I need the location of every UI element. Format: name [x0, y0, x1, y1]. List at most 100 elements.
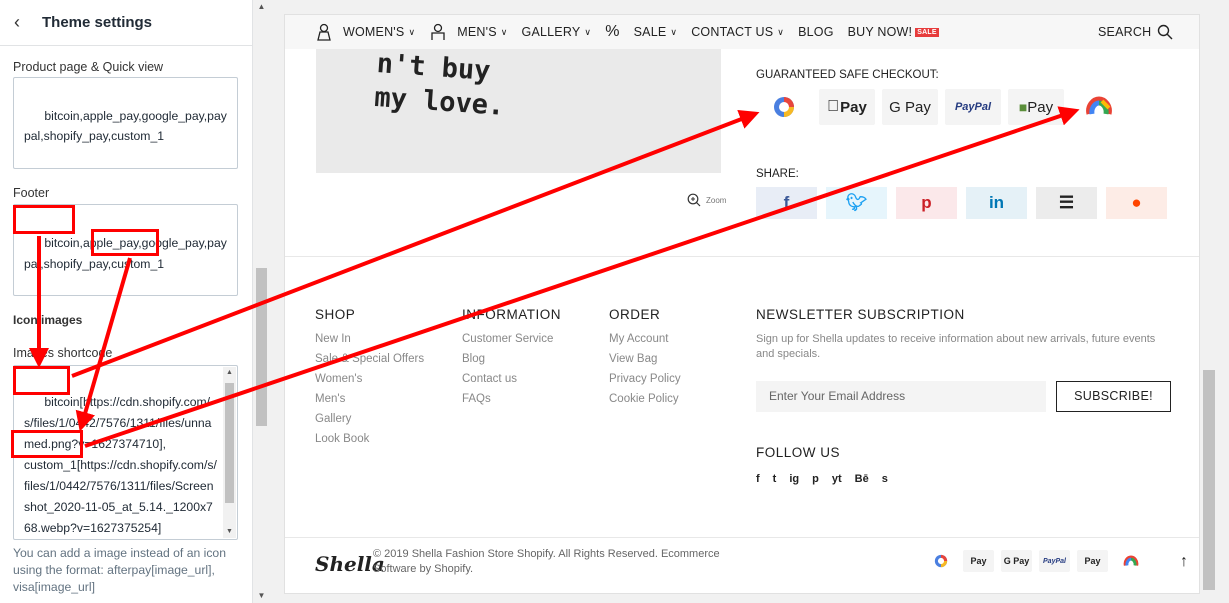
buffer-icon[interactable]: ☰ — [1036, 187, 1097, 219]
reddit-icon[interactable]: ● — [1106, 187, 1167, 219]
chevron-down-icon: ∨ — [500, 26, 508, 37]
behance-icon[interactable]: Bē — [855, 473, 869, 485]
apple-pay-icon: Pay — [963, 550, 994, 572]
product-page-label: Product page & Quick view — [13, 60, 164, 74]
footer-link[interactable]: Cookie Policy — [609, 389, 681, 409]
bitcoin-custom-icon — [756, 89, 812, 125]
newsletter: NEWSLETTER SUBSCRIPTION Sign up for Shel… — [756, 307, 1176, 362]
follow-heading: FOLLOW US — [756, 445, 841, 460]
footer-link[interactable]: Men's — [315, 389, 424, 409]
bitcoin-custom-icon — [925, 550, 956, 572]
panel-scroll-down-icon[interactable]: ▼ — [254, 589, 269, 603]
nav-contact[interactable]: CONTACT US ∨ — [691, 25, 784, 39]
store-preview: WOMEN'S ∨ MEN'S ∨ GALLERY ∨ % SALE ∨ CONTACT… — [284, 14, 1200, 594]
nav-gallery[interactable]: GALLERY ∨ — [522, 25, 592, 39]
footer-link[interactable]: Look Book — [315, 429, 424, 449]
preview-scrollbar[interactable] — [1201, 14, 1217, 594]
twitter-icon[interactable]: 🐦︎ — [826, 187, 887, 219]
footer-link[interactable]: Contact us — [462, 369, 561, 389]
main-nav: WOMEN'S ∨ MEN'S ∨ GALLERY ∨ % SALE ∨ CONTACT… — [285, 15, 1199, 49]
textarea-scrollbar[interactable]: ▲ ▼ — [223, 367, 236, 538]
nav-blog[interactable]: BLOG — [798, 25, 834, 39]
information-heading: INFORMATION — [462, 307, 561, 322]
checkout-label: GUARANTEED SAFE CHECKOUT: — [756, 69, 939, 81]
footer-info-column: INFORMATION Customer Service Blog Contac… — [462, 307, 561, 409]
footer-label: Footer — [13, 186, 50, 200]
nav-buy-now-label: BUY NOW! — [847, 25, 913, 39]
share-label: SHARE: — [756, 168, 799, 180]
back-to-top-icon[interactable]: ↑ — [1180, 553, 1188, 571]
nav-blog-label: BLOG — [798, 25, 834, 39]
apple-pay-icon: Pay — [819, 89, 875, 125]
footer-link[interactable]: Blog — [462, 349, 561, 369]
linkedin-icon[interactable]: in — [966, 187, 1027, 219]
chevron-down-icon: ∨ — [670, 26, 678, 37]
footer-link[interactable]: Gallery — [315, 409, 424, 429]
chevron-down-icon: ∨ — [584, 26, 592, 37]
nav-gallery-label: GALLERY — [521, 25, 581, 39]
nav-buy-now[interactable]: BUY NOW! SALE — [848, 25, 939, 39]
payment-icons: Pay G Pay PayPal ■Pay — [756, 89, 1127, 125]
email-input[interactable]: Enter Your Email Address — [756, 381, 1046, 412]
footer-link[interactable]: Customer Service — [462, 329, 561, 349]
search-icon — [1158, 24, 1173, 40]
product-page-value: bitcoin,apple_pay,google_pay,paypal,shop… — [24, 109, 227, 143]
facebook-icon[interactable]: f — [756, 473, 760, 485]
youtube-icon[interactable]: yt — [832, 473, 842, 485]
theme-settings-panel: ‹ Theme settings Product page & Quick vi… — [0, 0, 253, 603]
zoom-label: Zoom — [706, 195, 727, 205]
preview-scroll-thumb[interactable] — [1203, 370, 1215, 590]
footer-link[interactable]: My Account — [609, 329, 681, 349]
footer-link[interactable]: FAQs — [462, 389, 561, 409]
footer-shop-column: SHOP New In Sale & Special Offers Women'… — [315, 307, 424, 449]
paypal-icon: PayPal — [945, 89, 1001, 125]
custom-1-icon — [1115, 550, 1146, 572]
scroll-up-icon[interactable]: ▲ — [223, 367, 236, 379]
images-shortcode-value: bitcoin[https://cdn.shopify.com/s/files/… — [24, 395, 217, 535]
shopify-pay-icon: ■ Pay — [1008, 89, 1064, 125]
nav-womens[interactable]: WOMEN'S ∨ — [315, 23, 415, 41]
help-text: You can add a image instead of an icon u… — [13, 546, 226, 594]
footer-link[interactable]: Privacy Policy — [609, 369, 681, 389]
pinterest-icon[interactable]: p — [896, 187, 957, 219]
footer-link[interactable]: View Bag — [609, 349, 681, 369]
subscribe-button[interactable]: SUBSCRIBE! — [1056, 381, 1171, 412]
skype-icon[interactable]: s — [882, 473, 888, 485]
panel-scroll-up-icon[interactable]: ▲ — [254, 0, 269, 14]
footer-link[interactable]: New In — [315, 329, 424, 349]
chevron-left-icon[interactable]: ‹ — [14, 12, 38, 33]
facebook-icon[interactable]: f — [756, 187, 817, 219]
footer-link[interactable]: Sale & Special Offers — [315, 349, 424, 369]
footer-divider — [285, 256, 1199, 257]
panel-scrollbar[interactable]: ▲ ▼ — [254, 0, 269, 603]
nav-mens[interactable]: MEN'S ∨ — [429, 23, 507, 41]
footer-link[interactable]: Women's — [315, 369, 424, 389]
product-image[interactable]: n't buy my love. — [316, 49, 721, 173]
nav-mens-label: MEN'S — [457, 25, 497, 39]
zoom-button[interactable]: Zoom — [687, 193, 726, 207]
pinterest-icon[interactable]: p — [812, 473, 819, 485]
annotation-box-shortcode-bitcoin — [13, 366, 70, 395]
annotation-box-footer-bitcoin — [13, 205, 75, 234]
product-page-textarea[interactable]: bitcoin,apple_pay,google_pay,paypal,shop… — [13, 77, 238, 169]
scroll-down-icon[interactable]: ▼ — [223, 526, 236, 538]
shopify-pay-icon: Pay — [1077, 550, 1108, 572]
nav-sale[interactable]: % SALE ∨ — [605, 23, 677, 41]
newsletter-text: Sign up for Shella updates to receive in… — [756, 333, 1156, 360]
panel-header: ‹ Theme settings — [0, 0, 252, 46]
annotation-box-shortcode-custom1 — [11, 430, 83, 458]
twitter-icon[interactable]: t — [773, 473, 777, 485]
chevron-down-icon: ∨ — [408, 26, 416, 37]
nav-sale-label: SALE — [633, 25, 667, 39]
textarea-scroll-thumb[interactable] — [225, 383, 234, 503]
nav-search[interactable]: SEARCH — [1098, 24, 1173, 40]
instagram-icon[interactable]: ig — [789, 473, 799, 485]
zoom-icon — [687, 193, 701, 207]
chevron-down-icon: ∨ — [777, 26, 785, 37]
nav-womens-label: WOMEN'S — [343, 25, 405, 39]
shop-heading: SHOP — [315, 307, 356, 322]
social-links: f t ig p yt Bē s — [756, 473, 888, 485]
google-pay-icon: G Pay — [882, 89, 938, 125]
annotation-box-footer-custom1 — [91, 229, 159, 256]
panel-scroll-thumb[interactable] — [256, 268, 267, 426]
